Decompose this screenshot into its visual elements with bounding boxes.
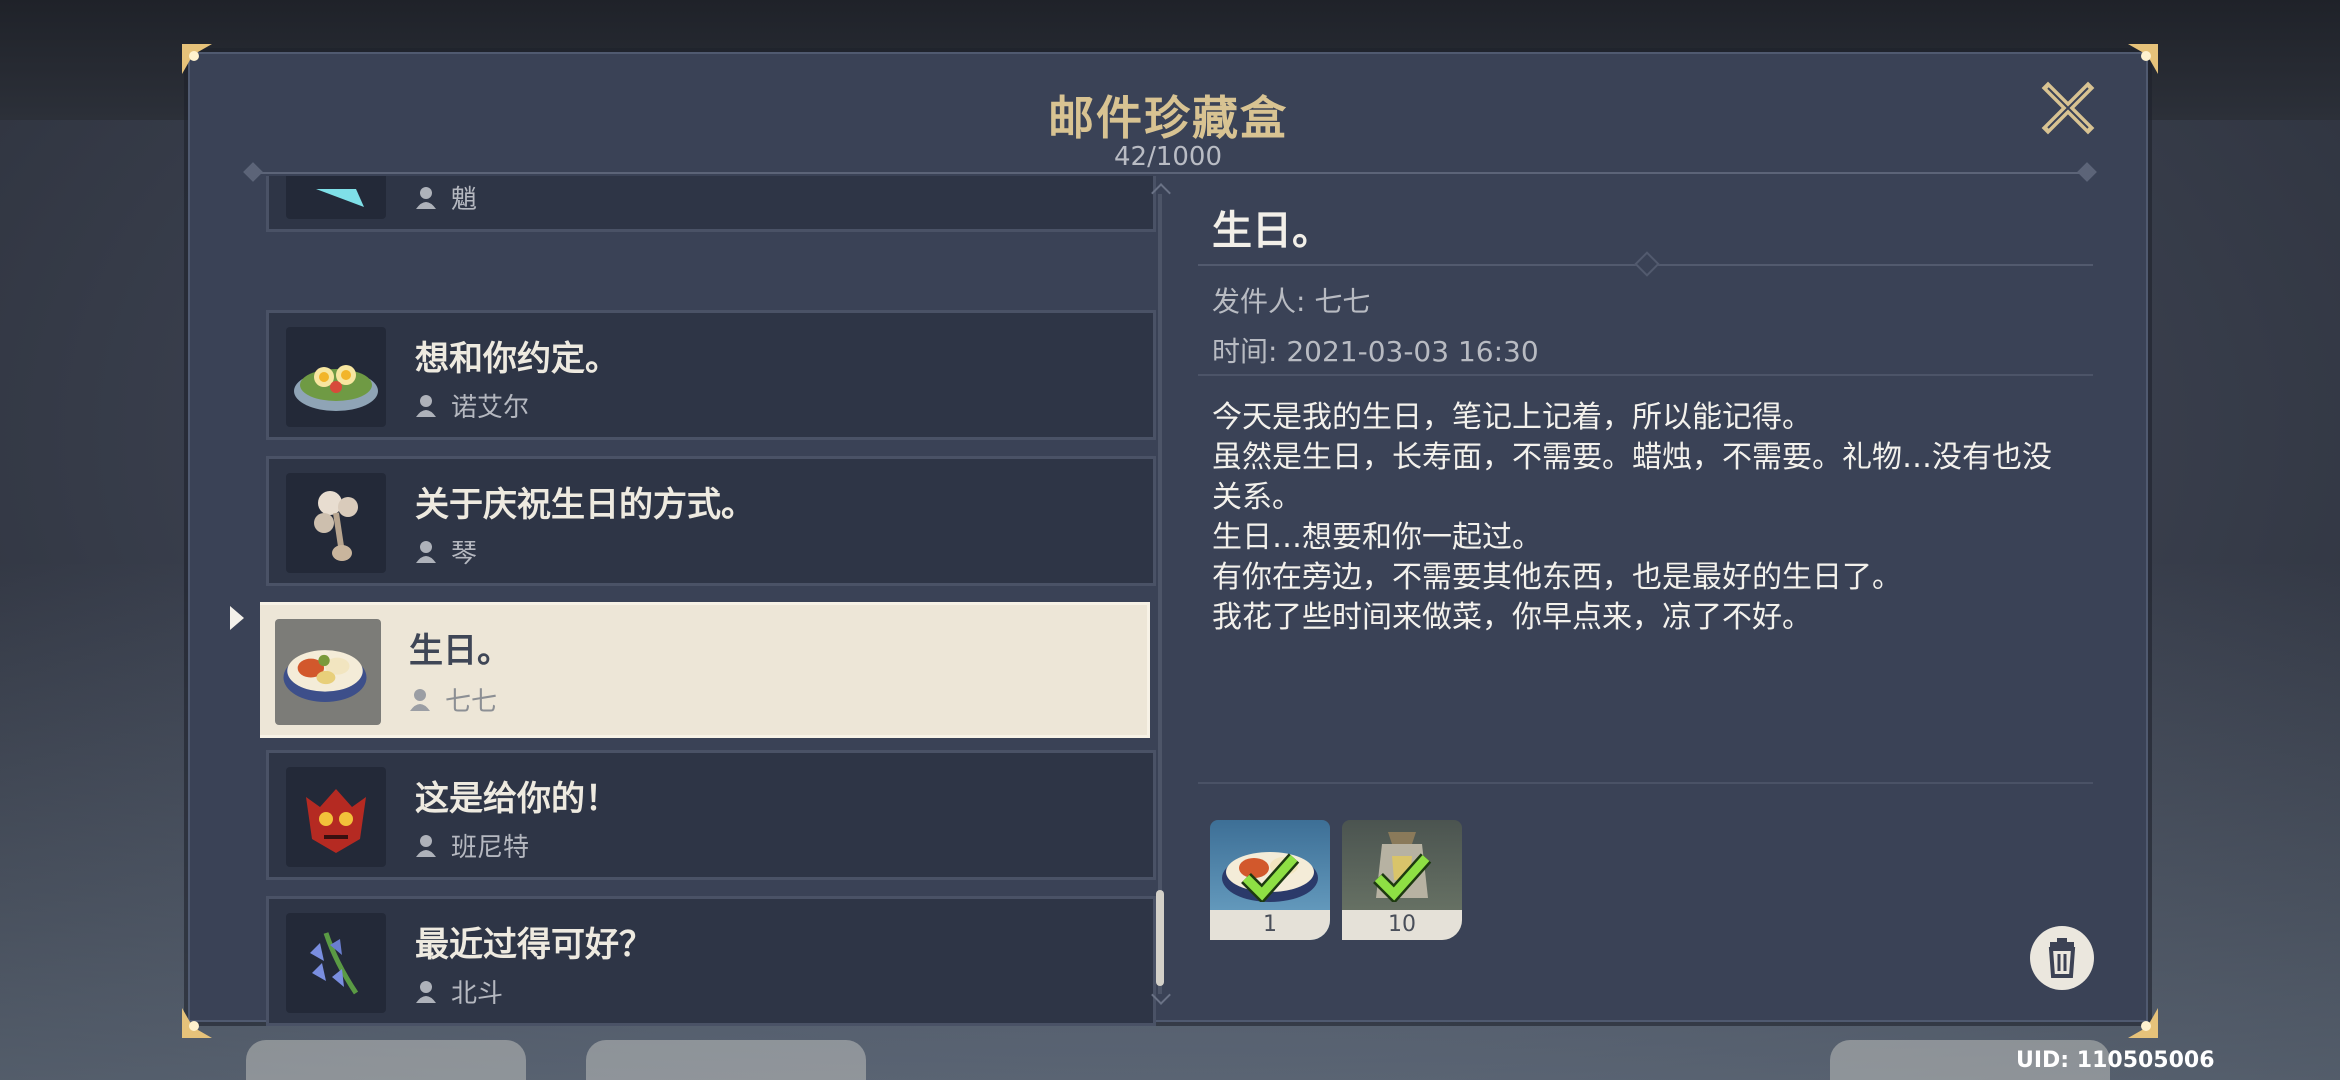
selection-arrow-icon <box>230 606 244 630</box>
sender-row: 北斗 <box>415 973 503 1010</box>
attachment-item[interactable]: 1 <box>1210 820 1330 940</box>
mail-subject: 想和你约定。 <box>415 339 619 379</box>
person-icon <box>416 540 436 563</box>
person-icon <box>416 186 436 209</box>
sender-row: 七七 <box>409 681 497 718</box>
corner-ornament-icon <box>2122 1002 2162 1042</box>
mail-sender: 诺艾尔 <box>451 393 530 423</box>
scrollbar-thumb[interactable] <box>1156 890 1164 986</box>
mail-list[interactable]: 魈 想和你约定。 诺艾尔 关于庆祝生日的方式。 琴 生日。 七七 这是给你的！ … <box>260 176 1160 1046</box>
mail-subject: 生日。 <box>409 631 511 671</box>
mail-detail-pane: 生日。 发件人: 七七 时间: 2021-03-03 16:30 今天是我的生日… <box>1198 176 2110 1016</box>
mail-sender: 七七 <box>445 687 498 717</box>
list-item[interactable]: 魈 <box>266 176 1156 232</box>
red-mask-icon <box>286 767 386 867</box>
sender-row: 琴 <box>415 533 477 570</box>
sender-row: 班尼特 <box>415 827 529 864</box>
mail-subject: 这是给你的！ <box>415 779 619 819</box>
body-line: 我花了些时间来做菜，你早点来，凉了不好。 <box>1212 600 1812 635</box>
trash-icon[interactable] <box>2030 926 2094 990</box>
spear-icon <box>286 176 386 219</box>
list-item[interactable]: 想和你约定。 诺艾尔 <box>266 310 1156 440</box>
detail-divider <box>1198 251 2093 277</box>
detail-divider <box>1198 374 2093 376</box>
detail-title: 生日。 <box>1212 208 1332 254</box>
list-item[interactable]: 最近过得可好？ 北斗 <box>266 896 1156 1026</box>
list-item-selected[interactable]: 生日。 七七 <box>260 602 1150 738</box>
background-button-2 <box>586 1040 866 1080</box>
window-title: 邮件珍藏盒 <box>1048 91 1288 145</box>
blue-flower-icon <box>286 913 386 1013</box>
corner-ornament-icon <box>2122 40 2162 80</box>
person-icon <box>416 980 436 1003</box>
mail-count: 42/1000 <box>1113 142 1222 172</box>
detail-time: 时间: 2021-03-03 16:30 <box>1212 335 1539 368</box>
detail-body: 今天是我的生日，笔记上记着，所以能记得。 虽然是生日，长寿面，不需要。蜡烛，不需… <box>1212 398 2092 638</box>
list-item[interactable]: 关于庆祝生日的方式。 琴 <box>266 456 1156 586</box>
body-line: 今天是我的生日，笔记上记着，所以能记得。 <box>1212 400 1812 435</box>
dandelion-icon <box>286 473 386 573</box>
sender-row: 魈 <box>415 179 477 216</box>
claimed-check-icon <box>1241 853 1300 902</box>
uid-label: UID: 110505006 <box>2016 1048 2215 1073</box>
sender-row: 诺艾尔 <box>415 387 529 424</box>
detail-sender: 发件人: 七七 <box>1212 285 1371 318</box>
person-icon <box>410 688 430 711</box>
attachment-item[interactable]: 10 <box>1342 820 1462 940</box>
attachment-qty: 1 <box>1210 910 1330 940</box>
mail-collection-window: 邮件珍藏盒 42/1000 魈 想和你约定。 诺艾尔 关于庆祝生日的方式。 琴 … <box>188 52 2148 1026</box>
salad-dish-icon <box>286 327 386 427</box>
mail-sender: 班尼特 <box>451 833 530 863</box>
person-icon <box>416 834 436 857</box>
person-icon <box>416 394 436 417</box>
close-x-icon[interactable] <box>2040 80 2096 136</box>
body-line: 关系。 <box>1212 480 1302 515</box>
body-line: 虽然是生日，长寿面，不需要。蜡烛，不需要。礼物…没有也没 <box>1212 440 2052 475</box>
mail-subject: 最近过得可好？ <box>415 925 653 965</box>
scrollbar-track[interactable] <box>1158 194 1162 994</box>
corner-ornament-icon <box>178 1002 218 1042</box>
corner-ornament-icon <box>178 40 218 80</box>
mail-sender: 北斗 <box>451 979 504 1009</box>
mail-sender: 魈 <box>451 185 478 215</box>
list-item[interactable]: 这是给你的！ 班尼特 <box>266 750 1156 880</box>
background-button-1 <box>246 1040 526 1080</box>
body-line: 生日…想要和你一起过。 <box>1212 520 1542 555</box>
claimed-check-icon <box>1373 853 1432 902</box>
food-plate-icon <box>275 619 381 725</box>
mail-sender: 琴 <box>451 539 478 569</box>
body-line: 有你在旁边，不需要其他东西，也是最好的生日了。 <box>1212 560 1902 595</box>
attachment-qty: 10 <box>1342 910 1462 940</box>
header-divider <box>250 172 2090 174</box>
mail-subject: 关于庆祝生日的方式。 <box>415 485 755 525</box>
attachments-divider <box>1198 782 2093 784</box>
